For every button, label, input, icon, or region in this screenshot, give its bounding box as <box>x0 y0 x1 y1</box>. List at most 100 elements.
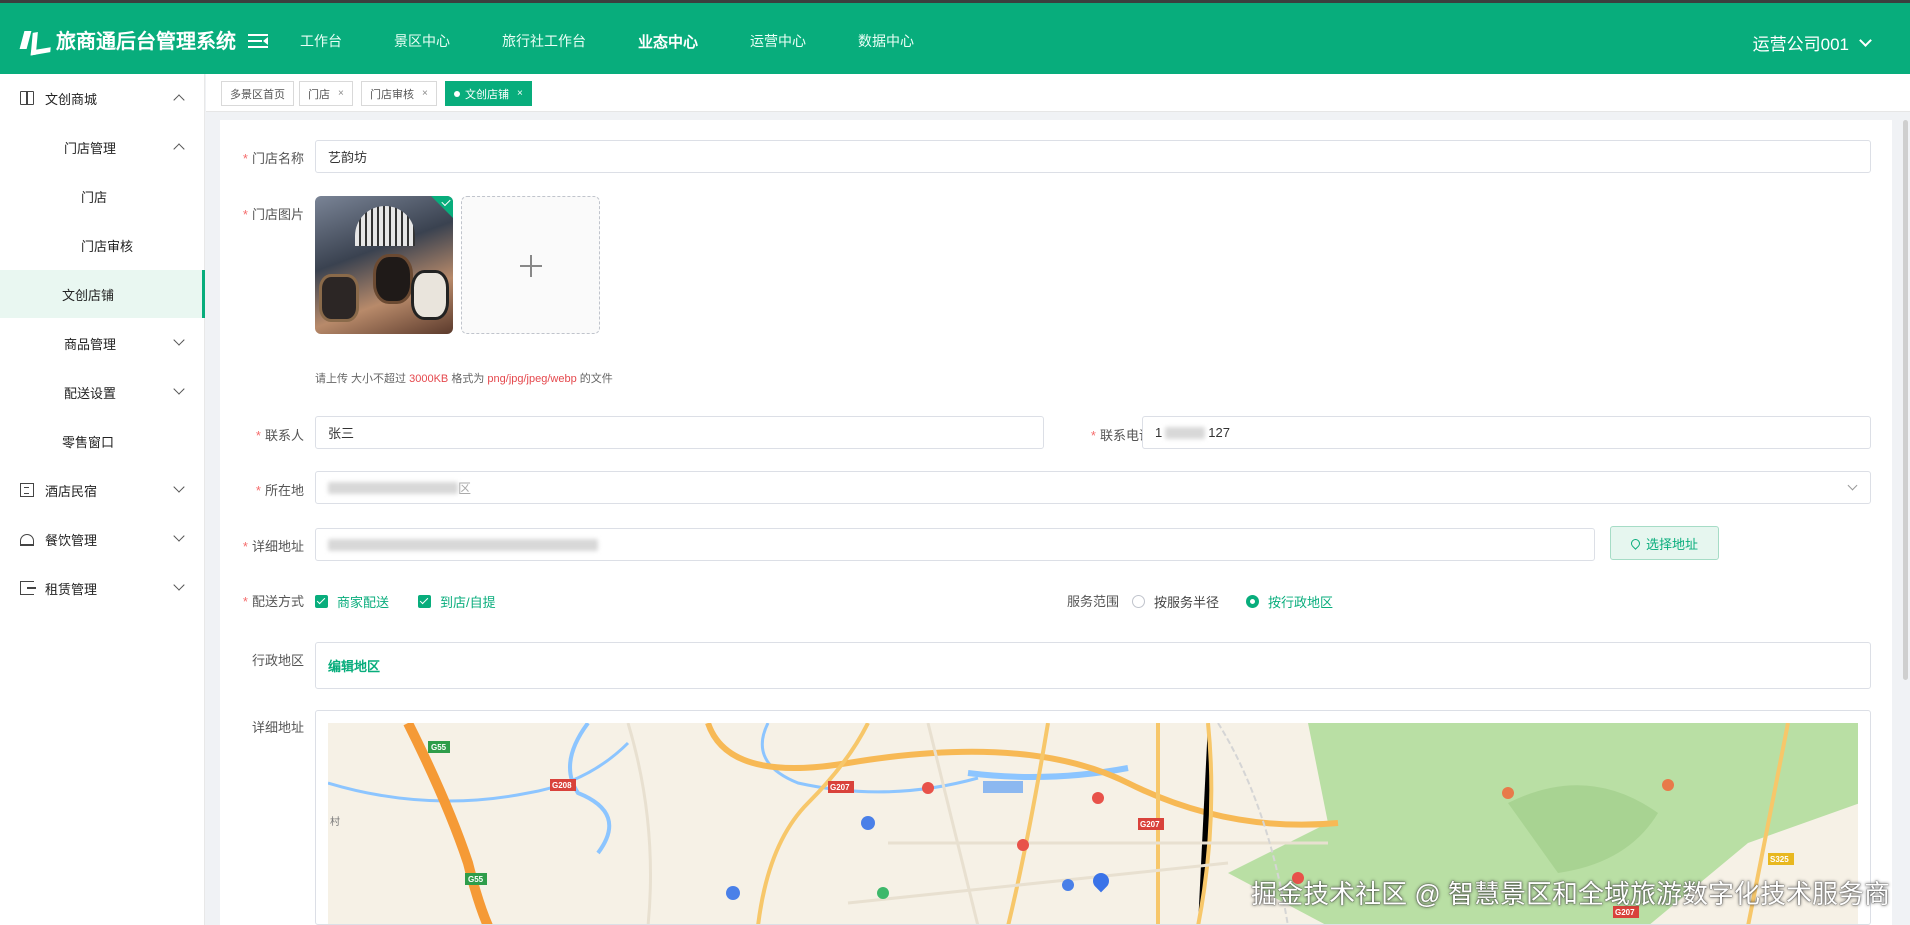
road-label: S325 <box>1770 855 1789 864</box>
contact-input[interactable]: 张三 <box>315 416 1044 449</box>
sidebar-item-cultural-shop[interactable]: 文创店铺 <box>0 270 205 318</box>
store-form: * 门店名称 艺韵坊 * 门店图片 请上传 大小不超过 3000KB 格式为 png… <box>220 120 1892 925</box>
road-label: G208 <box>552 781 572 790</box>
tab-label: 多景区首页 <box>230 88 285 101</box>
tab-bar: 多景区首页 门店 × 门店审核 × 文创店铺 × <box>206 74 1910 112</box>
store-image-thumbnail[interactable] <box>315 196 453 334</box>
address-label: * 详细地址 <box>242 539 304 554</box>
upload-tip: 请上传 大小不超过 3000KB 格式为 png/jpg/jpeg/webp 的… <box>315 373 613 385</box>
chevron-down-icon <box>1859 33 1872 47</box>
exit-icon <box>20 581 36 595</box>
sidebar-item-label: 商品管理 <box>64 336 117 352</box>
chevron-down-icon <box>173 334 185 346</box>
sidebar-item-retail-window[interactable]: 零售窗口 <box>0 417 205 465</box>
radio-icon <box>1132 595 1145 608</box>
chevron-down-icon <box>173 530 185 542</box>
image-upload-button[interactable] <box>461 196 600 334</box>
delivery-merchant-checkbox[interactable]: 商家配送 <box>315 592 389 611</box>
nav-operation-center[interactable]: 运营中心 <box>750 31 806 52</box>
menu-collapse-icon[interactable] <box>248 32 270 50</box>
tab-label: 门店审核 <box>370 88 414 101</box>
book-icon <box>20 91 34 105</box>
sidebar-item-store-review[interactable]: 门店审核 <box>0 221 205 269</box>
top-nav: 工作台 景区中心 旅行社工作台 业态中心 运营中心 数据中心 <box>300 31 966 52</box>
chevron-down-icon <box>1847 480 1858 491</box>
phone-input[interactable]: 1 127 <box>1142 416 1871 449</box>
phone-label: * 联系电话 <box>1090 428 1152 443</box>
sidebar-item-label: 酒店民宿 <box>45 483 98 499</box>
edit-region-link[interactable]: 编辑地区 <box>328 656 380 675</box>
store-name-label: * 门店名称 <box>242 151 304 166</box>
checkbox-checked-icon <box>418 595 431 608</box>
store-name-input[interactable]: 艺韵坊 <box>315 140 1871 173</box>
nav-scenic-center[interactable]: 景区中心 <box>394 31 450 52</box>
nav-workbench[interactable]: 工作台 <box>300 31 342 52</box>
app-title: 旅商通后台管理系统 <box>56 31 236 53</box>
sidebar-item-label: 文创店铺 <box>62 287 115 303</box>
tab-label: 门店 <box>308 88 330 101</box>
select-address-button[interactable]: 选择地址 <box>1610 526 1719 560</box>
location-pin-icon <box>1629 536 1642 550</box>
sidebar-item-rental[interactable]: 租赁管理 <box>0 564 205 612</box>
sidebar-item-label: 租赁管理 <box>45 581 98 597</box>
active-dot-icon <box>454 90 460 97</box>
tab-multi-scenic-home[interactable]: 多景区首页 <box>221 81 294 106</box>
contact-label: * 联系人 <box>255 428 304 443</box>
delivery-pickup-checkbox[interactable]: 到店/自提 <box>418 592 496 611</box>
address-input[interactable] <box>315 528 1595 561</box>
page-scrollbar[interactable] <box>1903 120 1908 680</box>
app-logo[interactable]: 旅商通后台管理系统 <box>22 25 236 54</box>
road-label: G207 <box>1140 820 1160 829</box>
sidebar-item-label: 餐饮管理 <box>45 532 98 548</box>
nav-data-center[interactable]: 数据中心 <box>858 31 914 52</box>
user-menu[interactable]: 运营公司001 <box>1752 30 1872 55</box>
nav-business-center[interactable]: 业态中心 <box>638 31 698 52</box>
tab-store[interactable]: 门店 × <box>299 81 353 106</box>
chevron-down-icon <box>173 579 185 591</box>
map-place-label: 村 <box>330 815 340 828</box>
map-address-label: 详细地址 <box>251 720 304 735</box>
sidebar-item-label: 门店管理 <box>64 140 117 156</box>
sidebar-item-label: 配送设置 <box>64 385 117 401</box>
plus-icon <box>520 255 542 277</box>
location-label: * 所在地 <box>255 483 304 498</box>
chevron-up-icon <box>173 143 185 155</box>
close-icon[interactable]: × <box>422 88 428 99</box>
tab-label: 文创店铺 <box>465 88 509 101</box>
sidebar-item-hotel[interactable]: 酒店民宿 <box>0 466 205 514</box>
service-range-label: 服务范围 <box>1067 594 1120 609</box>
top-header: 旅商通后台管理系统 工作台 景区中心 旅行社工作台 业态中心 运营中心 数据中心… <box>0 0 1910 74</box>
sidebar-item-store-management[interactable]: 门店管理 <box>0 123 205 171</box>
close-icon[interactable]: × <box>517 88 523 99</box>
sidebar-item-product-management[interactable]: 商品管理 <box>0 319 205 367</box>
nav-travel-agency[interactable]: 旅行社工作台 <box>502 31 586 52</box>
service-radius-radio[interactable]: 按服务半径 <box>1132 592 1219 611</box>
delivery-label: * 配送方式 <box>242 594 304 609</box>
user-name: 运营公司001 <box>1752 35 1849 54</box>
radio-selected-icon <box>1246 595 1259 608</box>
checkbox-checked-icon <box>315 595 328 608</box>
store-image-label: * 门店图片 <box>242 207 304 222</box>
chevron-up-icon <box>173 94 185 106</box>
tab-cultural-shop[interactable]: 文创店铺 × <box>445 81 532 106</box>
tab-store-review[interactable]: 门店审核 × <box>361 81 437 106</box>
road-label: G55 <box>468 875 484 884</box>
sidebar-item-label: 门店 <box>81 189 108 205</box>
bell-icon <box>20 534 34 546</box>
chevron-down-icon <box>173 383 185 395</box>
road-label: G55 <box>431 743 447 752</box>
road-label: G207 <box>830 783 850 792</box>
sidebar-item-cultural-mall[interactable]: 文创商城 <box>0 74 205 122</box>
watermark: 掘金技术社区 @ 智慧景区和全域旅游数字化技术服务商 <box>1251 879 1890 909</box>
service-region-radio[interactable]: 按行政地区 <box>1246 592 1333 611</box>
sidebar: 文创商城 门店管理 门店 门店审核 文创店铺 商品管理 配送设置 零售窗口 酒店… <box>0 74 205 925</box>
sidebar-item-store[interactable]: 门店 <box>0 172 205 220</box>
close-icon[interactable]: × <box>338 88 344 99</box>
building-icon <box>20 483 34 497</box>
sidebar-item-catering[interactable]: 餐饮管理 <box>0 515 205 563</box>
sidebar-item-delivery-settings[interactable]: 配送设置 <box>0 368 205 416</box>
admin-region-label: 行政地区 <box>251 653 304 668</box>
sidebar-item-label: 门店审核 <box>81 238 134 254</box>
location-select[interactable]: 区 <box>315 471 1871 504</box>
admin-region-box: 编辑地区 <box>315 642 1871 689</box>
